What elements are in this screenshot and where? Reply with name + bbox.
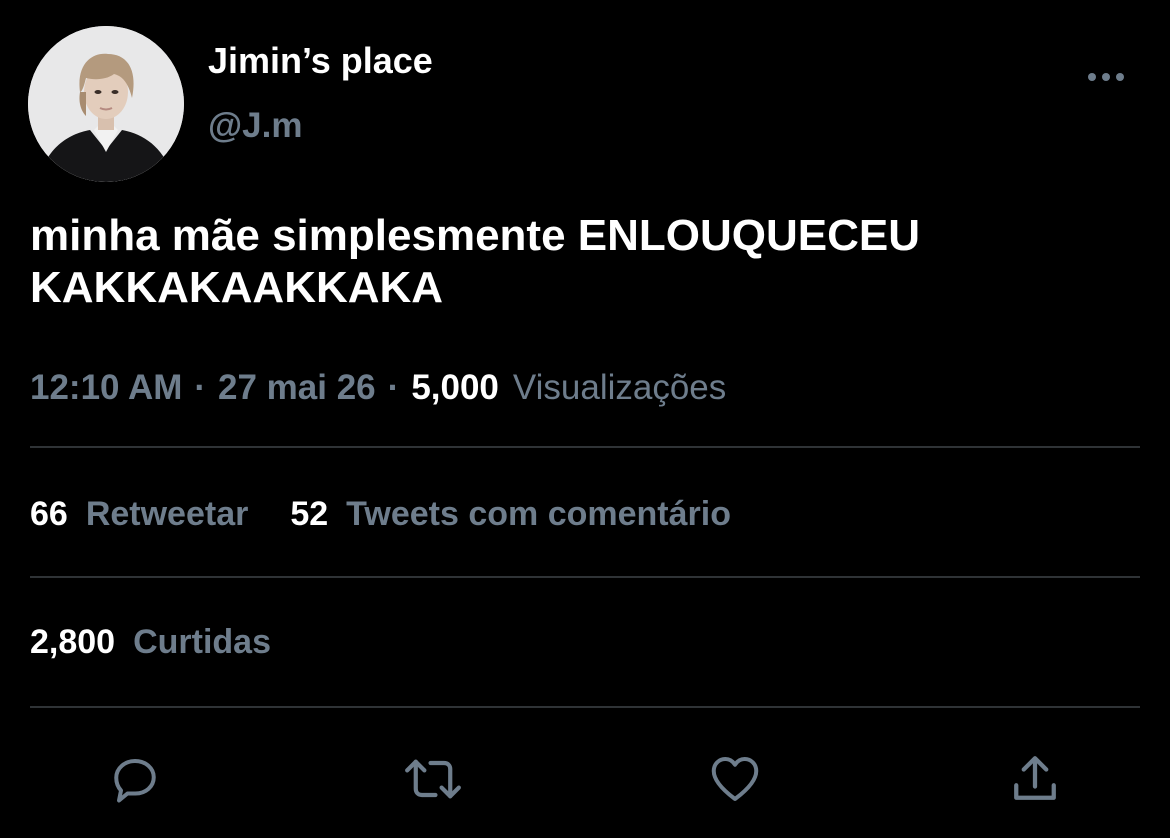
views-label: Visualizações [512, 368, 727, 407]
divider [30, 576, 1140, 578]
tweet-text-line: KAKKAKAAKKAKA [30, 263, 444, 312]
retweet-button[interactable] [398, 744, 468, 814]
divider [30, 446, 1140, 448]
quote-tweets-count: 52 [290, 494, 329, 533]
share-button[interactable] [1000, 744, 1070, 814]
retweet-icon [405, 759, 461, 799]
divider [30, 706, 1140, 708]
tweet-meta: 12:10 AM · 27 mai 26 · 5,000 Visualizaçõ… [30, 364, 726, 412]
tweet-date[interactable]: 27 mai 26 [218, 368, 376, 408]
reply-button[interactable] [100, 744, 170, 814]
more-dots-icon [1088, 73, 1124, 81]
quote-tweets-stat[interactable]: 52 Tweets com comentário [290, 495, 731, 534]
engagement-stats-row: 66 Retweetar 52 Tweets com comentário [30, 492, 731, 536]
retweets-label: Retweetar [85, 494, 249, 533]
share-icon [1014, 756, 1056, 800]
more-options-button[interactable] [1082, 60, 1130, 94]
retweets-stat[interactable]: 66 Retweetar [30, 495, 248, 534]
likes-label: Curtidas [133, 622, 272, 661]
views-count: 5,000 [411, 368, 499, 407]
author-handle[interactable]: @J.m [208, 106, 302, 146]
author-display-name[interactable]: Jimin’s place [208, 40, 433, 82]
likes-count: 2,800 [30, 622, 116, 661]
retweets-count: 66 [30, 494, 68, 533]
tweet-time[interactable]: 12:10 AM [30, 368, 182, 408]
tweet-text: minha mãe simplesmente ENLOUQUECEU KAKKA… [30, 210, 1130, 314]
meta-separator: · [387, 368, 400, 407]
like-icon [711, 757, 759, 801]
likes-stat[interactable]: 2,800 Curtidas [30, 620, 271, 664]
avatar-photo [28, 26, 184, 182]
avatar[interactable] [28, 26, 184, 182]
like-button[interactable] [700, 744, 770, 814]
reply-icon [114, 759, 156, 803]
meta-separator: · [194, 368, 207, 407]
tweet-text-line: minha mãe simplesmente ENLOUQUECEU [30, 211, 921, 260]
quote-tweets-label: Tweets com comentário [346, 494, 731, 533]
